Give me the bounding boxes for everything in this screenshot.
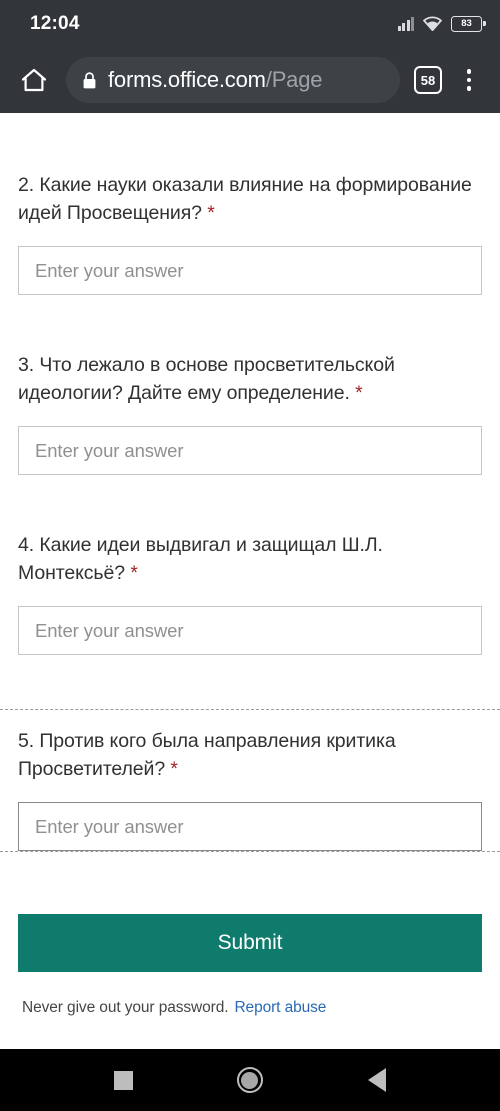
submit-button-label: Submit (217, 931, 283, 954)
answer-input-2[interactable]: Enter your answer (18, 246, 482, 295)
question-text-3: 3. Что лежало в основе просветительской … (18, 354, 395, 404)
status-clock: 12:04 (30, 12, 80, 34)
battery-icon: 83 (451, 15, 486, 32)
square-recents-icon[interactable] (93, 1049, 153, 1111)
required-marker: * (170, 758, 178, 780)
phone-screen: 12:04 83 forms.office.com/Page 58 2. Как… (0, 0, 500, 1111)
answer-placeholder-4: Enter your answer (35, 619, 184, 641)
required-marker: * (355, 382, 363, 404)
lock-icon (82, 71, 97, 90)
answer-input-3[interactable]: Enter your answer (18, 426, 482, 475)
answer-placeholder-3: Enter your answer (35, 439, 184, 461)
answer-placeholder-2: Enter your answer (35, 259, 184, 281)
url-path: /Page (265, 67, 323, 92)
url-bar[interactable]: forms.office.com/Page (66, 57, 400, 103)
status-icon-group: 83 (397, 15, 486, 32)
report-abuse-link[interactable]: Report abuse (234, 999, 326, 1016)
question-text-2: 2. Какие науки оказали влияние на формир… (18, 174, 472, 224)
password-warning-text: Never give out your password. (22, 999, 229, 1016)
answer-input-4[interactable]: Enter your answer (18, 606, 482, 655)
question-block-2: 2. Какие науки оказали влияние на формир… (0, 171, 500, 295)
form-page: 2. Какие науки оказали влияние на формир… (0, 113, 500, 1049)
tab-counter-button[interactable]: 58 (414, 66, 442, 94)
answer-input-5[interactable]: Enter your answer (18, 802, 482, 851)
submit-button[interactable]: Submit (18, 914, 482, 972)
status-bar: 12:04 83 (0, 0, 500, 47)
triangle-back-icon[interactable] (347, 1049, 407, 1111)
answer-placeholder-5: Enter your answer (35, 815, 184, 837)
question-block-3: 3. Что лежало в основе просветительской … (0, 351, 500, 475)
question-text-5: 5. Против кого была направления критика … (18, 730, 396, 780)
cellular-signal-icon (397, 16, 414, 31)
footer-note: Never give out your password. Report abus… (22, 999, 500, 1017)
question-block-4: 4. Какие идеи выдвигал и защищал Ш.Л. Мо… (0, 531, 500, 655)
url-text: forms.office.com/Page (108, 67, 322, 93)
required-marker: * (130, 562, 138, 584)
question-block-5: 5. Против кого была направления критика … (0, 709, 500, 852)
battery-level-label: 83 (461, 17, 472, 29)
overflow-menu-icon[interactable] (452, 63, 486, 97)
tab-count-label: 58 (420, 72, 436, 88)
question-text-4: 4. Какие идеи выдвигал и защищал Ш.Л. Мо… (18, 534, 383, 584)
browser-toolbar: forms.office.com/Page 58 (0, 47, 500, 113)
url-domain: forms.office.com (108, 67, 266, 92)
circle-home-icon[interactable] (220, 1049, 280, 1111)
android-nav-bar (0, 1049, 500, 1111)
home-icon[interactable] (12, 58, 56, 102)
wifi-icon (423, 16, 442, 31)
required-marker: * (207, 202, 215, 224)
